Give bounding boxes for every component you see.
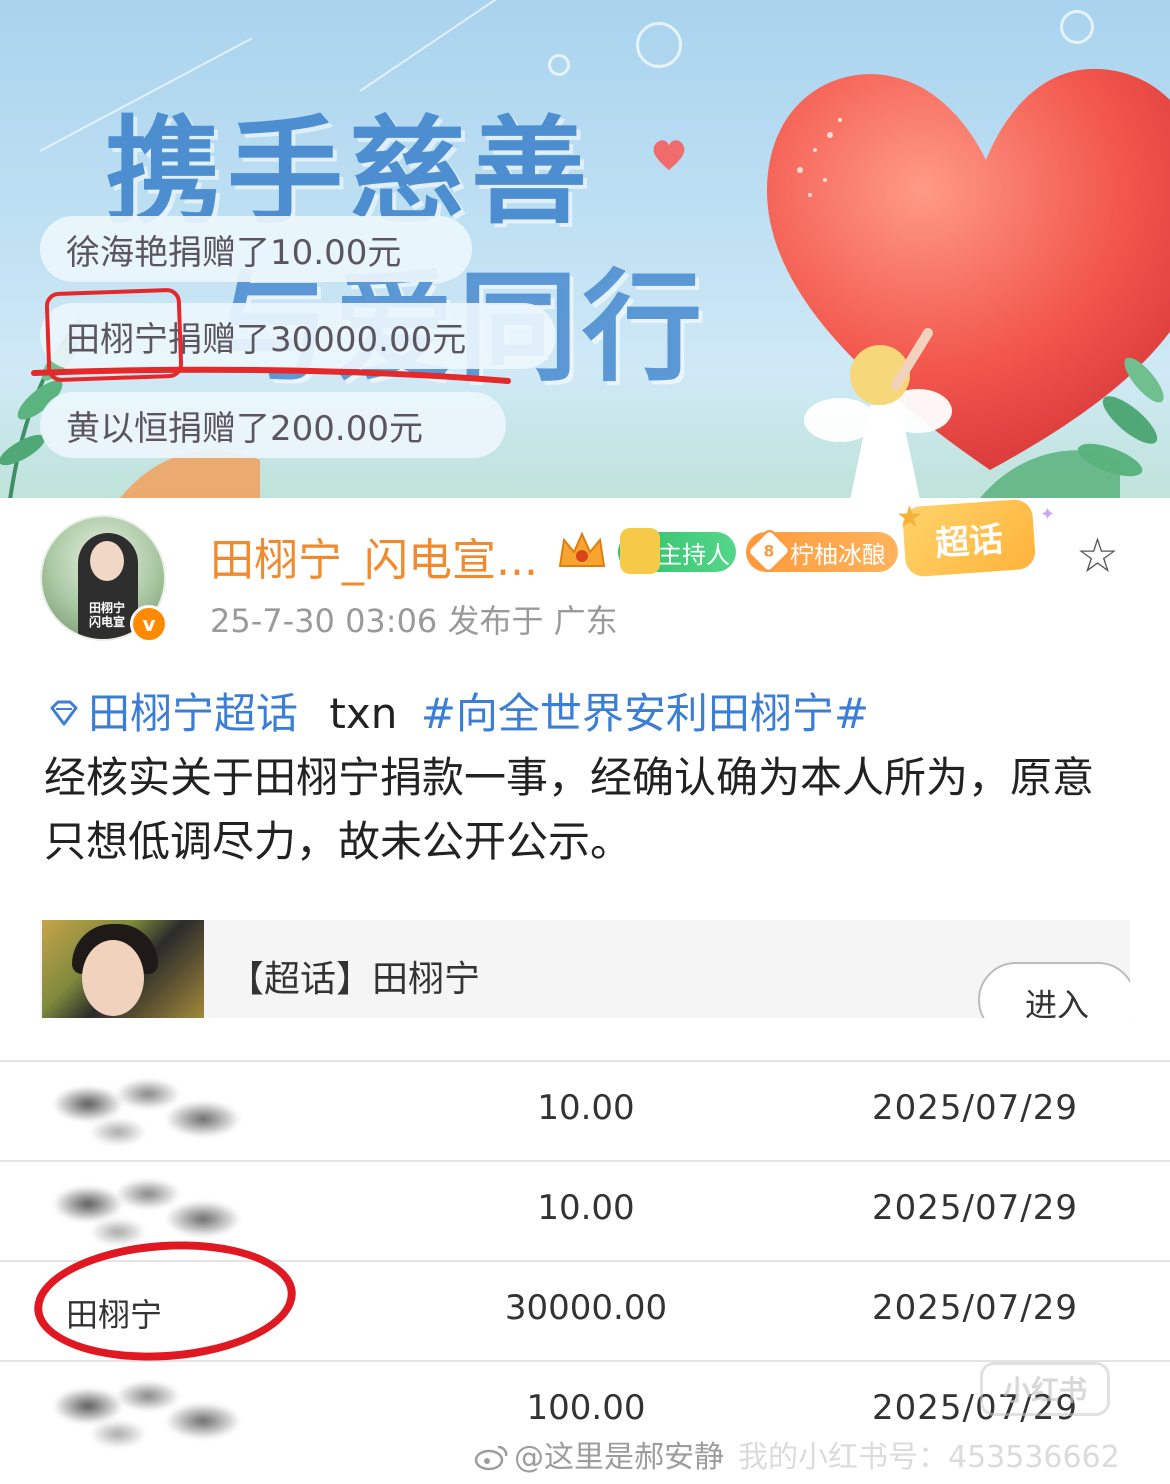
xiaohongshu-watermark-logo: 小红书 [980,1362,1110,1416]
super-topic-link[interactable]: 田栩宁超话 [88,689,298,738]
small-heart-icon [653,140,685,171]
amount-cell: 10.00 [537,1188,635,1228]
redacted-name [28,1064,248,1154]
host-badge-label: 主持人 [658,540,730,569]
sparkle-icon: ✦ [1040,504,1056,525]
super-topic-diamond-icon [50,700,78,726]
sparkle-icon: ★ [896,500,923,535]
donation-pill: 徐海艳 捐赠了10.00元 [40,216,472,282]
redacted-name [28,1164,248,1254]
donor-name: 黄以恒 [66,408,168,449]
xhs-id-watermark: 我的小红书号：453536662 [738,1440,1120,1475]
donor-name: 徐海艳 [66,232,168,273]
date-cell: 2025/07/29 [872,1188,1078,1228]
table-row: 10.00 2025/07/29 [0,1060,1170,1160]
username[interactable]: 田栩宁_闪电宣... [210,524,538,588]
topic-separator: txn [329,689,398,738]
fan-badge-label: 柠柚冰酿 [790,540,886,569]
donation-text: 捐赠了200.00元 [168,408,423,449]
weibo-watermark: @这里是郝安静 [474,1432,724,1476]
plant-decor [980,450,1120,498]
annotation-red-underline [31,366,511,384]
thumb-face [82,940,144,1016]
angel-figure [804,328,952,498]
hashtag-link[interactable]: #向全世界安利田栩宁# [421,689,869,738]
redacted-name [28,1366,248,1456]
date-cell: 2025/07/29 [872,1088,1078,1128]
amount-cell: 10.00 [537,1088,635,1128]
donation-text: 捐赠了10.00元 [168,232,402,273]
fan-level-icon: 8 [745,527,793,575]
post-topic-line: 田栩宁超话 txn #向全世界安利田栩宁# [44,680,869,741]
verified-icon: v [130,605,168,643]
avatar-face [90,541,124,581]
card-thumbnail [42,920,204,1020]
enter-button[interactable]: 进入 [978,962,1130,1020]
host-badge[interactable]: 主持人 [618,528,736,574]
decor-ring [636,22,682,68]
date-cell: 2025/07/29 [872,1288,1078,1328]
fan-badge[interactable]: 8 柠柚冰酿 [745,527,898,575]
post-meta: 25-7-30 03:06 发布于 广东 [210,602,618,640]
super-topic-card[interactable]: 【超话】田栩宁 进入 [40,920,1130,1020]
favorite-star-icon[interactable]: ☆ [1076,532,1119,580]
decor-ring [548,54,570,76]
watermark-logo-text: 小红书 [1002,1374,1087,1407]
donation-pill: 黄以恒 捐赠了200.00元 [40,392,506,458]
post-body: 经核实关于田栩宁捐款一事，经确认确为本人所为，原意只想低调尽力，故未公开公示。 [44,753,1095,866]
host-badge-icon [620,528,660,574]
weibo-icon [474,1445,508,1471]
amount-cell: 100.00 [526,1388,646,1428]
donation-text: 捐赠了30000.00元 [168,319,467,360]
weibo-watermark-text: @这里是郝安静 [514,1440,724,1475]
crown-icon [558,531,606,567]
avatar-tag: 田栩宁 闪电宣 [88,601,125,629]
card-title: 【超话】田栩宁 [228,959,481,1000]
fan-level: 8 [763,541,775,561]
amount-cell: 30000.00 [504,1288,668,1328]
charity-banner: 携手慈善 与爱同行 [0,0,1170,498]
